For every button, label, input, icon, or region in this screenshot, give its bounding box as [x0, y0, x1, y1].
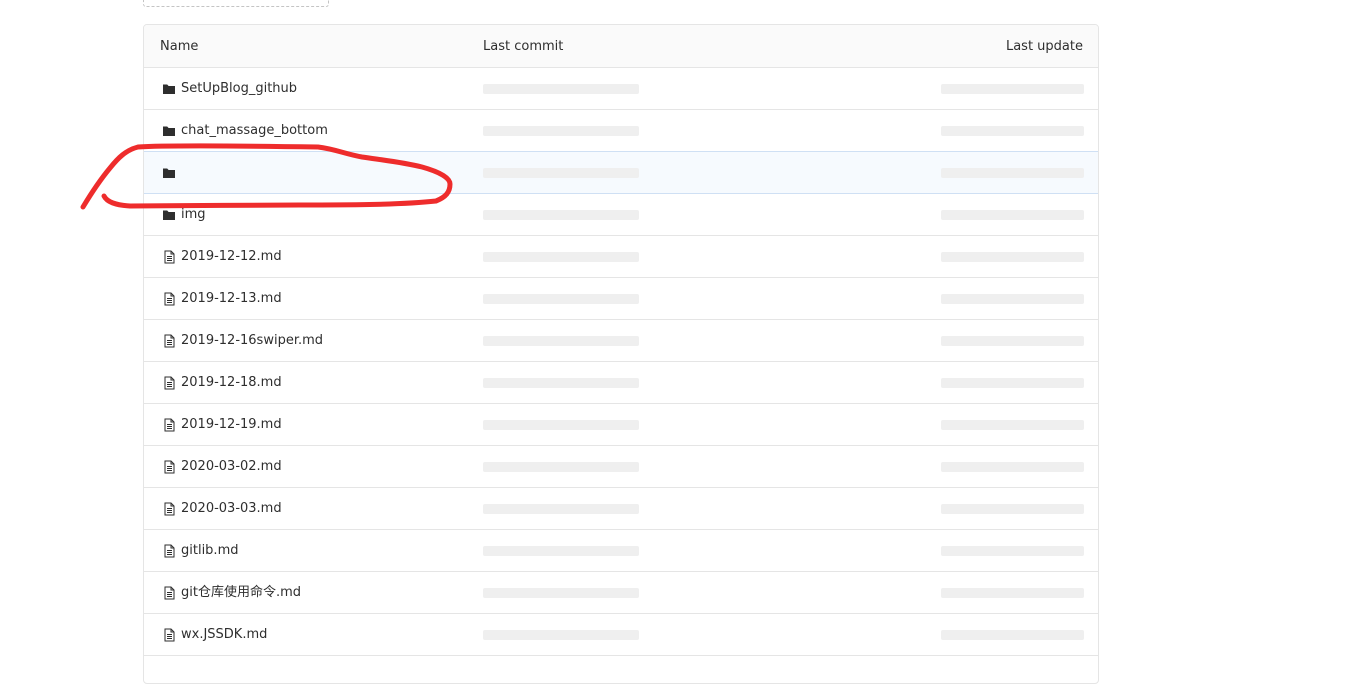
table-row[interactable]: img	[144, 194, 1098, 236]
last-update-placeholder	[941, 252, 1084, 262]
table-header: Name Last commit Last update	[144, 25, 1098, 68]
last-update-placeholder	[941, 504, 1084, 514]
folder-icon	[162, 81, 176, 95]
folder-icon	[162, 123, 176, 137]
file-icon	[162, 459, 176, 474]
table-row[interactable]: 2019-12-13.md	[144, 278, 1098, 320]
file-icon	[162, 627, 176, 642]
table-row[interactable]: 2020-03-03.md	[144, 488, 1098, 530]
last-update-placeholder	[941, 546, 1084, 556]
row-name-link[interactable]: SetUpBlog_github	[181, 80, 297, 98]
table-row[interactable]: 2019-12-18.md	[144, 362, 1098, 404]
search-box-outline	[143, 0, 329, 7]
file-icon	[162, 333, 176, 348]
row-name-link[interactable]: gitlib.md	[181, 542, 238, 560]
last-commit-placeholder	[483, 252, 639, 262]
last-update-placeholder	[941, 294, 1084, 304]
file-tree-table: Name Last commit Last update SetUpBlog_g…	[143, 24, 1099, 684]
last-update-placeholder	[941, 378, 1084, 388]
row-name-link[interactable]: 2020-03-03.md	[181, 500, 282, 518]
row-name-link[interactable]: 2019-12-16swiper.md	[181, 332, 323, 350]
header-last-update: Last update	[1005, 39, 1083, 54]
header-last-commit: Last commit	[483, 39, 564, 54]
last-commit-placeholder	[483, 546, 639, 556]
file-icon	[162, 543, 176, 558]
table-row[interactable]: wx.JSSDK.md	[144, 614, 1098, 656]
last-update-placeholder	[941, 420, 1084, 430]
table-row[interactable]: SetUpBlog_github	[144, 68, 1098, 110]
row-name-link[interactable]: git仓库使用命令.md	[181, 584, 301, 602]
last-update-placeholder	[941, 462, 1084, 472]
last-commit-placeholder	[483, 210, 639, 220]
row-name-link[interactable]: 2020-03-02.md	[181, 458, 282, 476]
file-icon	[162, 585, 176, 600]
table-row[interactable]	[144, 151, 1098, 194]
last-commit-placeholder	[483, 420, 639, 430]
last-commit-placeholder	[483, 294, 639, 304]
table-row[interactable]: 2019-12-19.md	[144, 404, 1098, 446]
row-name-link[interactable]: 2019-12-13.md	[181, 290, 282, 308]
file-icon	[162, 417, 176, 432]
folder-icon	[162, 207, 176, 221]
last-commit-placeholder	[483, 168, 639, 178]
last-commit-placeholder	[483, 630, 639, 640]
last-update-placeholder	[941, 630, 1084, 640]
table-row[interactable]: chat_massage_bottom	[144, 110, 1098, 152]
table-row[interactable]: 2019-12-12.md	[144, 236, 1098, 278]
last-update-placeholder	[941, 168, 1084, 178]
file-icon	[162, 249, 176, 264]
row-name-link[interactable]: 2019-12-18.md	[181, 374, 282, 392]
last-update-placeholder	[941, 588, 1084, 598]
row-name-link[interactable]: wx.JSSDK.md	[181, 626, 267, 644]
last-update-placeholder	[941, 210, 1084, 220]
last-commit-placeholder	[483, 504, 639, 514]
last-commit-placeholder	[483, 126, 639, 136]
table-row[interactable]: 2020-03-02.md	[144, 446, 1098, 488]
table-row[interactable]: gitlib.md	[144, 530, 1098, 572]
folder-icon	[162, 165, 176, 179]
table-body: SetUpBlog_github chat_massage_bottomimg 20…	[144, 68, 1098, 656]
file-icon	[162, 291, 176, 306]
row-name-link[interactable]: chat_massage_bottom	[181, 122, 328, 140]
table-row[interactable]: 2019-12-16swiper.md	[144, 320, 1098, 362]
row-name-link[interactable]: 2019-12-12.md	[181, 248, 282, 266]
last-commit-placeholder	[483, 84, 639, 94]
last-update-placeholder	[941, 126, 1084, 136]
row-name-link[interactable]: img	[181, 206, 206, 224]
last-commit-placeholder	[483, 462, 639, 472]
header-name: Name	[160, 39, 199, 54]
table-row[interactable]: git仓库使用命令.md	[144, 572, 1098, 614]
file-icon	[162, 501, 176, 516]
last-update-placeholder	[941, 336, 1084, 346]
last-commit-placeholder	[483, 378, 639, 388]
last-update-placeholder	[941, 84, 1084, 94]
row-name-link[interactable]: 2019-12-19.md	[181, 416, 282, 434]
file-icon	[162, 375, 176, 390]
last-commit-placeholder	[483, 336, 639, 346]
last-commit-placeholder	[483, 588, 639, 598]
